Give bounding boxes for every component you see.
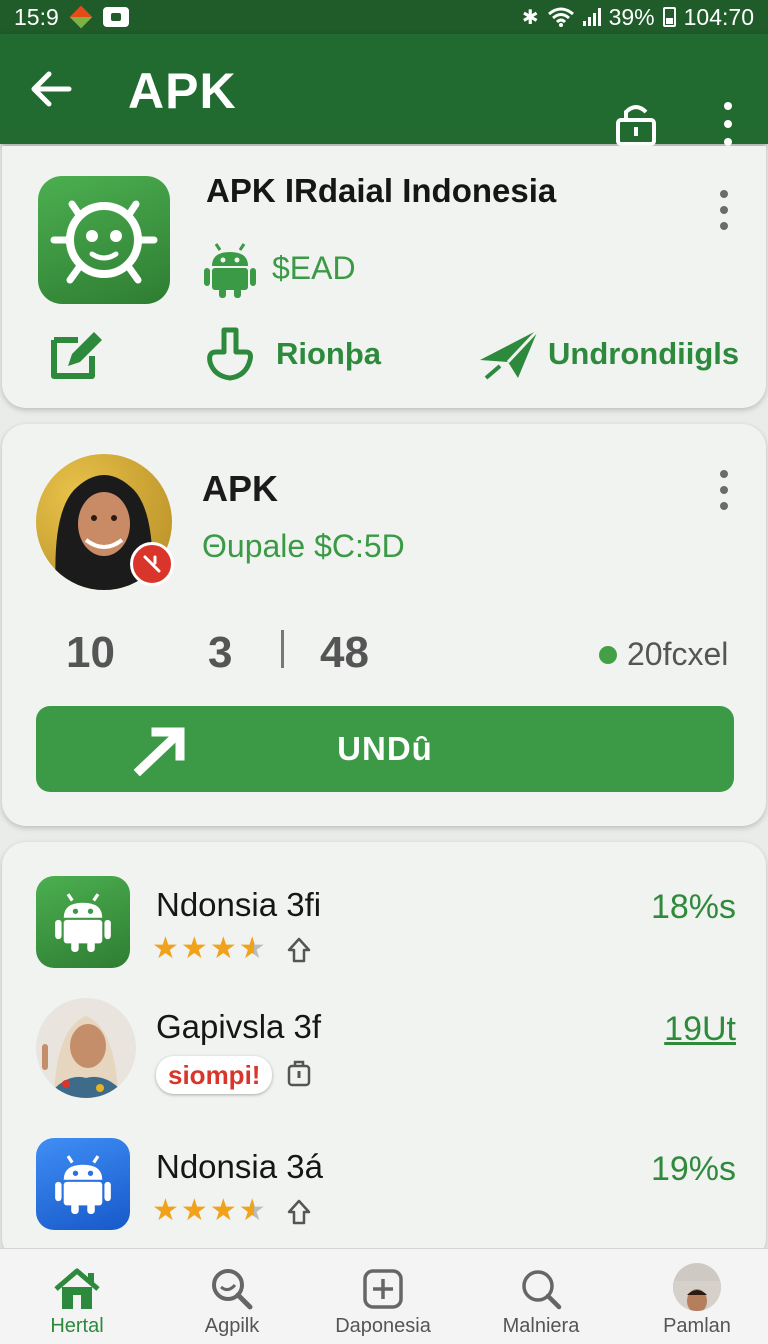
- battery-percent: 39%: [608, 3, 655, 30]
- list-item-name: Ndonsia 3fi: [156, 886, 322, 923]
- arrow-left-icon: [31, 71, 72, 107]
- nav-item-profile[interactable]: Pamlan: [632, 1249, 762, 1344]
- lock-icon[interactable]: [612, 98, 660, 148]
- online-status-label: 20fcxel: [627, 636, 729, 672]
- signal-icon: [582, 8, 601, 26]
- nav-label: Malniera: [502, 1315, 580, 1337]
- home-icon: [54, 1268, 100, 1309]
- back-button[interactable]: [26, 64, 76, 114]
- profile-title: APK: [202, 468, 279, 509]
- blocked-badge-icon: [130, 542, 174, 586]
- featured-app-card[interactable]: APK IRdaial Indonesia $EAD Rionþa Undron…: [2, 146, 766, 408]
- wifi-icon: [547, 7, 574, 27]
- battery-icon: [662, 7, 676, 27]
- nav-item-search[interactable]: Agpilk: [167, 1249, 297, 1344]
- android-icon: [36, 876, 130, 968]
- edit-icon[interactable]: [48, 326, 106, 382]
- app-card-more-button[interactable]: [716, 190, 732, 230]
- list-item-value: 18%s: [650, 888, 736, 926]
- status-clock: 104:70: [683, 3, 754, 30]
- download-button[interactable]: UNDȗ: [36, 706, 734, 792]
- stat-divider: [281, 630, 284, 668]
- status-time: 15:9: [14, 3, 59, 30]
- star-rating: ★ ★ ★ ★: [152, 932, 266, 965]
- download-hand-icon[interactable]: [202, 326, 258, 382]
- more-options-button[interactable]: [714, 102, 742, 146]
- profile-card-more-button[interactable]: [716, 470, 732, 510]
- list-item[interactable]: Ndonsia 3fi ★ ★ ★ ★ 18%s: [2, 876, 766, 996]
- app-notification-icon: [69, 5, 93, 29]
- stat-value: 3: [208, 628, 233, 677]
- stat-value: 48: [320, 628, 369, 677]
- nav-item-add[interactable]: Daponesia: [318, 1249, 448, 1344]
- page-title: APK: [128, 63, 237, 119]
- online-status: 20fcxel: [599, 636, 728, 673]
- nav-label: Agpilk: [204, 1315, 260, 1337]
- profile-avatar: [673, 1263, 721, 1311]
- search-heart-icon: [522, 1270, 562, 1310]
- action-label-primary[interactable]: Rionþa: [276, 336, 381, 372]
- nav-item-discover[interactable]: Malniera: [476, 1249, 606, 1344]
- app-bar: APK: [0, 34, 768, 146]
- download-button-label: UNDȗ: [337, 730, 433, 767]
- action-label-secondary[interactable]: Undrondiigls: [548, 336, 739, 372]
- add-box-icon: [363, 1269, 403, 1309]
- media-notification-icon: [102, 7, 129, 27]
- android-icon: [204, 243, 256, 298]
- list-item[interactable]: Ndonsia 3á ★ ★ ★ ★ 19%s: [2, 1138, 766, 1258]
- nav-label: Hertal: [50, 1315, 104, 1337]
- bag-icon[interactable]: [286, 1058, 312, 1088]
- profile-card[interactable]: APK Θupale $C:5D 10 3 48 20fcxel UNDȗ: [2, 424, 766, 826]
- share-icon[interactable]: [286, 1198, 312, 1226]
- profile-subtitle: Θupale $C:5D: [202, 528, 405, 564]
- list-item-value: 19%s: [650, 1150, 736, 1188]
- online-dot-icon: [599, 645, 617, 664]
- bluetooth-icon: ✱: [521, 6, 539, 29]
- send-icon[interactable]: [478, 326, 540, 382]
- star-rating: ★ ★ ★ ★: [152, 1194, 266, 1227]
- list-item-value: 19Ut: [664, 1010, 736, 1048]
- android-icon: [36, 1138, 130, 1230]
- search-icon: [212, 1269, 253, 1310]
- list-item-tag: siompi!: [156, 1056, 273, 1094]
- list-item-name: Gapivsla 3f: [156, 1008, 322, 1045]
- stat-value: 10: [66, 628, 115, 677]
- nav-label: Pamlan: [663, 1315, 731, 1337]
- bottom-navigation: Hertal Agpilk Daponesia Malniera Pamlan: [0, 1248, 768, 1344]
- list-item[interactable]: Gapivsla 3f siompi! 19Ut: [2, 998, 766, 1118]
- app-price: $EAD: [272, 250, 356, 286]
- status-bar: 15:9 ✱ 39% 104:70: [0, 0, 768, 34]
- arrow-up-right-icon: [134, 727, 185, 776]
- avatar: [36, 998, 136, 1098]
- nav-item-home[interactable]: Hertal: [12, 1249, 142, 1344]
- app-list-card: Ndonsia 3fi ★ ★ ★ ★ 18%s Gapivsla 3f siompi…: [2, 842, 766, 1262]
- android-bot-icon: [50, 200, 158, 284]
- share-icon[interactable]: [286, 936, 312, 964]
- app-icon: [38, 176, 170, 304]
- nav-label: Daponesia: [335, 1315, 431, 1337]
- list-item-name: Ndonsia 3á: [156, 1148, 323, 1185]
- app-title: APK IRdaial Indonesia: [206, 172, 557, 209]
